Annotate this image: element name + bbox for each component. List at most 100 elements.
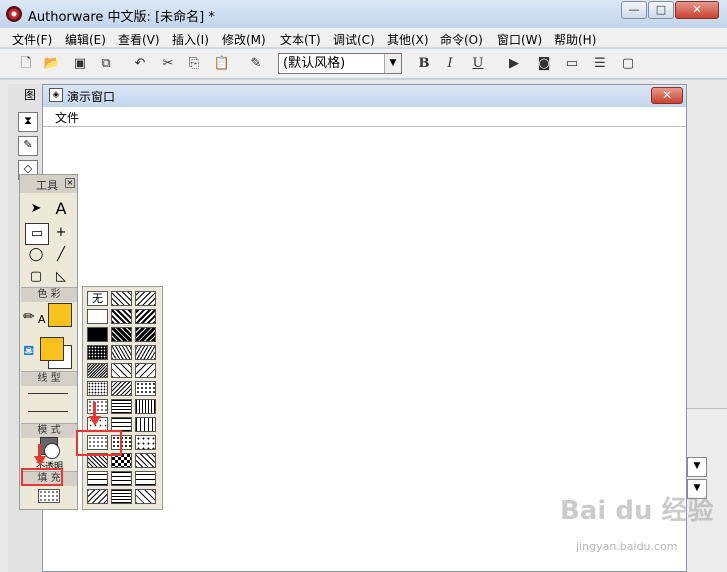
variables-icon[interactable]: ☰	[590, 54, 610, 74]
presentation-menu-file[interactable]: 文件	[55, 109, 79, 126]
copy-icon[interactable]: ⎘	[184, 54, 204, 74]
pattern-black[interactable]	[87, 327, 108, 342]
arrow-down-icon	[89, 416, 101, 426]
chevron-down-icon[interactable]: ▼	[687, 457, 707, 477]
line-section-label: 线 型	[21, 371, 77, 386]
crosshair-tool-icon[interactable]: +	[50, 223, 72, 243]
pointer-tool-icon[interactable]: ➤	[25, 199, 47, 219]
maximize-button[interactable]: □	[648, 1, 674, 19]
current-fill-pattern[interactable]	[38, 489, 60, 503]
undo-icon[interactable]: ↶	[130, 54, 150, 74]
color-section-label: 色 彩	[21, 287, 77, 302]
open-folder-icon[interactable]: 📂	[42, 54, 62, 74]
presentation-window-icon: ◈	[49, 88, 63, 102]
text-style-select[interactable]: (默认风格) ▼	[278, 53, 402, 74]
menu-help[interactable]: 帮助(H)	[554, 31, 596, 48]
pattern-dark-dots[interactable]	[87, 345, 108, 360]
menu-insert[interactable]: 插入(I)	[172, 31, 209, 48]
pattern-diagonal-heavy[interactable]	[111, 327, 132, 342]
underline-button[interactable]: U	[468, 54, 488, 74]
fill-pattern-picker: 无	[82, 286, 163, 510]
pattern-fine-hatch[interactable]	[87, 363, 108, 378]
menu-other[interactable]: 其他(X)	[387, 31, 429, 48]
new-file-icon[interactable]: 🗋	[16, 54, 36, 74]
import-icon[interactable]: ⧉	[96, 54, 116, 74]
pattern-diagonal-medium[interactable]	[111, 309, 132, 324]
pattern-steep-diagonal[interactable]	[111, 345, 132, 360]
presentation-window-titlebar: ◈ 演示窗口 ✕	[43, 85, 686, 107]
wait-icon[interactable]: ⧗	[18, 112, 38, 132]
pattern-diagonal-light-rev[interactable]	[135, 291, 156, 306]
pattern-grid-large[interactable]	[135, 471, 156, 486]
baidu-watermark: Bai du 经验	[560, 496, 714, 526]
pattern-medium-dots[interactable]	[87, 381, 108, 396]
bold-button[interactable]: B	[414, 54, 434, 74]
pattern-diagonal-medium-rev[interactable]	[135, 309, 156, 324]
tools-palette-titlebar[interactable]: 工具 ×	[20, 175, 77, 193]
italic-button[interactable]: I	[440, 54, 460, 74]
pattern-light-dots[interactable]	[87, 399, 108, 414]
pattern-grid[interactable]	[111, 471, 132, 486]
functions-icon[interactable]: ▭	[562, 54, 582, 74]
find-icon[interactable]: ✎	[246, 54, 266, 74]
line-tool-icon[interactable]: ╱	[50, 245, 72, 265]
pattern-selection-highlight	[76, 430, 122, 456]
tools-palette-title: 工具	[36, 179, 58, 192]
pencil-icon: ✏	[23, 309, 35, 325]
menu-modify[interactable]: 修改(M)	[222, 31, 266, 48]
pattern-horizontal-lines[interactable]	[111, 399, 132, 414]
pattern-vertical-sparse[interactable]	[135, 417, 156, 432]
pattern-dots[interactable]	[135, 381, 156, 396]
fill-color-swatch[interactable]	[40, 337, 64, 361]
pattern-diamond[interactable]	[135, 453, 156, 468]
pattern-fine-grid[interactable]	[111, 489, 132, 504]
polygon-tool-icon[interactable]: ◺	[50, 267, 72, 287]
mode-swatch-front[interactable]	[44, 443, 60, 459]
pattern-sparse-diagonal[interactable]	[111, 363, 132, 378]
menu-edit[interactable]: 编辑(E)	[65, 31, 106, 48]
cut-icon[interactable]: ✂	[158, 54, 178, 74]
rectangle-tool-icon[interactable]: ▭	[25, 223, 49, 245]
pattern-vertical-lines[interactable]	[135, 399, 156, 414]
save-all-icon[interactable]: ▣	[70, 54, 90, 74]
text-tool[interactable]: A	[50, 199, 72, 219]
pattern-diagonal-heavy-rev[interactable]	[135, 327, 156, 342]
pattern-diagonal-grid[interactable]	[135, 489, 156, 504]
menu-debug[interactable]: 调试(C)	[333, 31, 375, 48]
menu-file[interactable]: 文件(F)	[12, 31, 52, 48]
pattern-none[interactable]: 无	[87, 291, 108, 306]
pattern-spaced-dots[interactable]	[135, 435, 156, 450]
text-color-label: A	[38, 313, 46, 326]
pattern-zigzag[interactable]	[111, 381, 132, 396]
pattern-brick[interactable]	[87, 471, 108, 486]
baidu-watermark-url: jingyan.baidu.com	[576, 540, 678, 553]
restart-icon[interactable]: ▶	[504, 54, 524, 74]
line-style-option[interactable]	[28, 411, 68, 412]
close-button[interactable]: ✕	[675, 1, 719, 19]
tools-close-icon[interactable]: ×	[65, 178, 75, 188]
display-icon[interactable]: ✎	[18, 136, 38, 156]
line-style-option[interactable]	[28, 393, 68, 394]
menu-command[interactable]: 命令(O)	[440, 31, 483, 48]
knowledge-object-icon[interactable]: ▢	[618, 54, 638, 74]
rounded-rect-tool-icon[interactable]: ▢	[25, 267, 47, 287]
ellipse-tool-icon[interactable]: ◯	[25, 245, 47, 265]
pattern-diagonal-light[interactable]	[111, 291, 132, 306]
title-bar: Authorware 中文版: [未命名] * — □ ✕	[0, 0, 727, 28]
menu-window[interactable]: 窗口(W)	[497, 31, 542, 48]
pattern-white[interactable]	[87, 309, 108, 324]
minimize-button[interactable]: —	[621, 1, 647, 19]
pattern-steep-diagonal-rev[interactable]	[135, 345, 156, 360]
mode-section-label: 模 式	[21, 423, 77, 438]
menu-text[interactable]: 文本(T)	[280, 31, 321, 48]
stroke-color-swatch[interactable]	[48, 303, 72, 327]
control-panel-icon[interactable]: ◙	[534, 54, 554, 74]
chevron-down-icon: ▼	[384, 54, 401, 73]
menu-view[interactable]: 查看(V)	[118, 31, 160, 48]
pattern-wave[interactable]	[87, 489, 108, 504]
presentation-close-button[interactable]: ✕	[651, 87, 683, 104]
pattern-sparse-diagonal-rev[interactable]	[135, 363, 156, 378]
paste-icon[interactable]: 📋	[212, 54, 232, 74]
paint-bucket-icon: ⛾	[23, 343, 35, 359]
presentation-window-title: 演示窗口	[67, 90, 116, 104]
